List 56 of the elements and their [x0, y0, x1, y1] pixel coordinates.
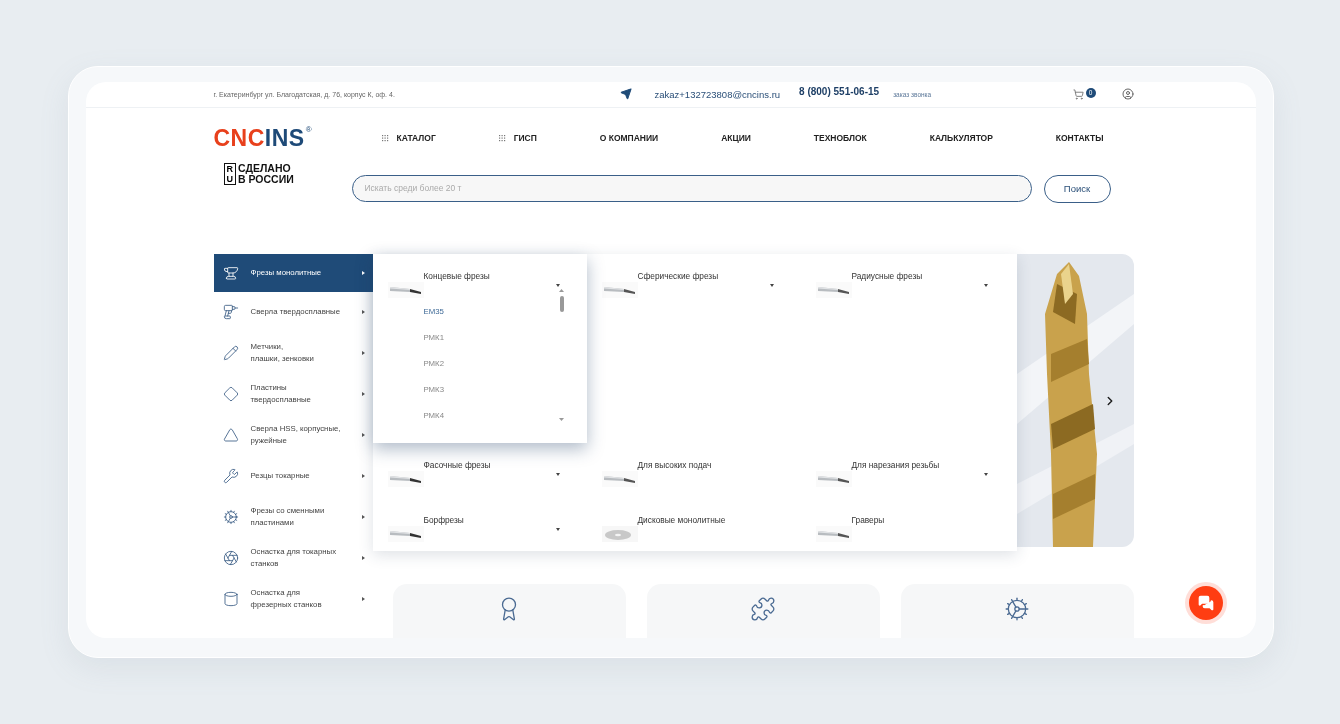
nav-link[interactable]: О КОМПАНИИ — [599, 133, 659, 143]
caret-icon[interactable] — [983, 283, 988, 287]
category-link[interactable]: Для нарезания резьбы — [851, 459, 940, 470]
email-link[interactable]: zakaz+132723808@cncins.ru — [654, 88, 781, 100]
caret-icon — [361, 351, 365, 355]
grid-icon — [381, 134, 389, 142]
drill-icon — [222, 304, 239, 320]
nav-link[interactable]: АКЦИИ — [721, 133, 751, 143]
user-icon[interactable] — [1121, 88, 1134, 100]
caret-icon — [361, 392, 365, 396]
cog-icon — [1004, 595, 1030, 622]
caret-icon — [361, 474, 365, 478]
wrench-icon — [222, 468, 239, 484]
caret-icon[interactable] — [555, 283, 560, 287]
nav-link[interactable]: КОНТАКТЫ — [1055, 133, 1104, 143]
category-link[interactable]: Сферические фрезы — [637, 270, 719, 281]
triangle-icon — [222, 427, 239, 443]
logo[interactable]: CNCINS® — [213, 124, 382, 152]
caret-icon — [361, 310, 365, 314]
chat-button[interactable] — [1188, 585, 1223, 620]
category-link[interactable]: Концевые фрезы — [423, 270, 490, 281]
cylinder-icon — [222, 591, 239, 607]
cog-icon — [222, 509, 239, 525]
scroll-bar[interactable] — [558, 288, 565, 421]
caret-icon — [361, 515, 365, 519]
category-link[interactable]: Для высоких подач — [637, 459, 712, 470]
caret-icon — [361, 597, 365, 601]
caret-icon — [361, 433, 365, 437]
anvil-icon — [222, 264, 239, 281]
category-link[interactable]: Радиусные фрезы — [851, 270, 923, 281]
caret-icon[interactable] — [983, 472, 988, 476]
caret-icon[interactable] — [555, 527, 560, 531]
send-icon[interactable] — [619, 88, 632, 100]
caret-icon[interactable] — [555, 472, 560, 476]
puzzle-icon — [750, 595, 776, 622]
category-link[interactable]: Граверы — [851, 514, 885, 525]
grid-icon — [498, 134, 506, 142]
chat-icon — [1197, 594, 1214, 611]
caret-icon — [361, 270, 365, 275]
category-link[interactable]: Борфрезы — [423, 514, 464, 525]
caret-icon[interactable] — [769, 283, 774, 287]
category-link[interactable]: Фасочные фрезы — [423, 459, 491, 470]
phone-number[interactable]: 8 (800) 551-06-15 — [799, 85, 880, 97]
search-button[interactable]: Поиск — [1043, 174, 1111, 203]
diamond-icon — [222, 386, 239, 402]
nav-link[interactable]: КАТАЛОГ — [381, 133, 436, 143]
category-link[interactable]: Дисковые монолитные — [637, 514, 726, 525]
pencil-icon — [222, 345, 239, 361]
search-field[interactable]: Искать среди более 20 т — [351, 174, 1032, 202]
nav-link[interactable]: ТЕХНОБЛОК — [813, 133, 867, 143]
nav-link[interactable]: КАЛЬКУЛЯТОР — [929, 133, 993, 143]
caret-icon — [361, 556, 365, 560]
nav-link[interactable]: ГИСП — [498, 133, 537, 143]
cart-icon[interactable] — [1072, 88, 1084, 100]
made-in-russia-badge: R U СДЕЛАНО В РОССИИ — [223, 162, 352, 185]
aperture-icon — [222, 550, 239, 566]
